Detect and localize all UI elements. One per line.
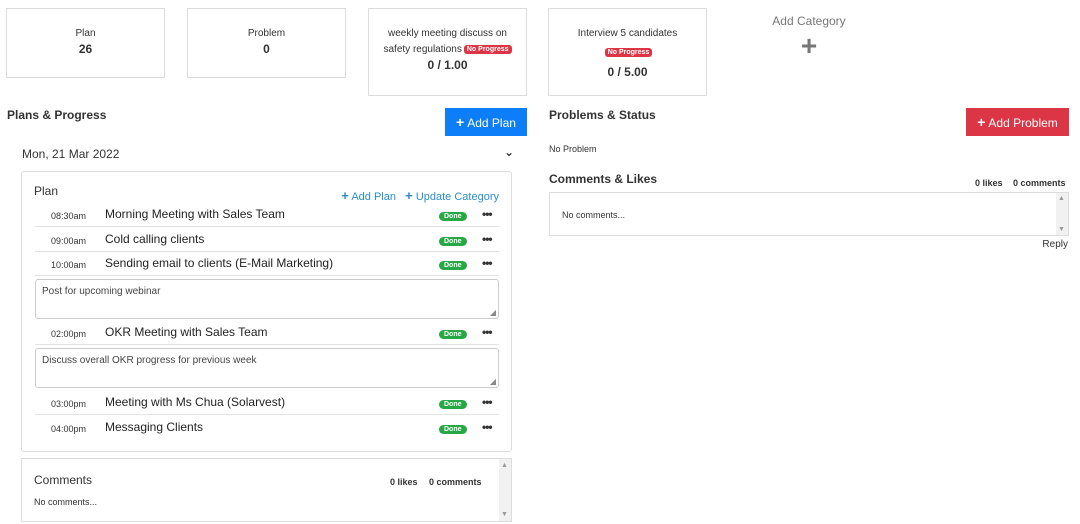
- stat-value: 0 / 1.00: [427, 58, 468, 72]
- add-plan-button[interactable]: + Add Plan: [445, 108, 527, 136]
- more-options-icon[interactable]: •••: [482, 395, 493, 409]
- more-options-icon[interactable]: •••: [482, 207, 493, 221]
- stat-value: 0: [263, 42, 270, 56]
- done-badge[interactable]: Done: [439, 330, 467, 339]
- problems-status-title: Problems & Status: [549, 108, 656, 122]
- plan-comments-box: Comments 0 likes 0 comments No comments.…: [21, 458, 512, 522]
- plan-title: Cold calling clients: [105, 232, 205, 246]
- status-badge-row: No Progress: [549, 44, 706, 62]
- add-category-label: Add Category: [772, 14, 846, 28]
- plan-note-text: Post for upcoming webinar: [42, 286, 161, 297]
- plan-title: Messaging Clients: [105, 420, 204, 434]
- plan-time: 08:30am: [51, 211, 87, 221]
- comments-likes-title: Comments & Likes: [549, 172, 658, 186]
- plan-time: 02:00pm: [51, 329, 87, 339]
- plus-icon: +: [456, 114, 465, 130]
- stat-value: 0 / 5.00: [607, 65, 648, 79]
- no-problem-text: No Problem: [549, 144, 597, 154]
- plan-time: 10:00am: [51, 260, 87, 270]
- plan-time: 03:00pm: [51, 399, 87, 409]
- scroll-down-icon[interactable]: ▼: [501, 511, 508, 518]
- stat-value: 26: [78, 42, 93, 56]
- plan-note-textarea[interactable]: Discuss overall OKR progress for previou…: [35, 348, 499, 388]
- stat-label: Problem: [247, 28, 286, 39]
- plan-row[interactable]: 09:00am Cold calling clients Done •••: [35, 227, 499, 252]
- scroll-down-icon[interactable]: ▼: [1058, 226, 1065, 233]
- done-badge[interactable]: Done: [439, 425, 467, 434]
- plan-card: Plan + Add Plan + Update Category 08:30a…: [21, 171, 512, 452]
- plan-row[interactable]: 03:00pm Meeting with Ms Chua (Solarvest)…: [35, 390, 499, 415]
- plus-icon: +: [800, 30, 818, 61]
- stat-label: Plan: [75, 28, 96, 39]
- scroll-up-icon[interactable]: ▲: [1058, 195, 1065, 202]
- plans-progress-title: Plans & Progress: [7, 108, 107, 122]
- resize-handle-icon[interactable]: ◢: [490, 308, 496, 317]
- no-comments-text: No comments...: [34, 497, 98, 507]
- stat-label-text: safety regulations: [383, 44, 462, 55]
- stat-label-line2: safety regulations No Progress: [369, 44, 526, 55]
- done-badge[interactable]: Done: [439, 400, 467, 409]
- comments-count[interactable]: 0 comments: [429, 477, 482, 487]
- status-badge: No Progress: [604, 48, 653, 58]
- chevron-down-icon[interactable]: ⌄: [504, 145, 514, 159]
- plus-icon: +: [341, 188, 349, 203]
- likes-count[interactable]: 0 likes: [390, 477, 418, 487]
- no-comments-text: No comments...: [562, 210, 626, 220]
- plan-title: Morning Meeting with Sales Team: [105, 207, 285, 221]
- add-problem-label: Add Problem: [988, 116, 1058, 130]
- problem-comments-box: No comments... ▲ ▼: [549, 192, 1069, 236]
- plan-row[interactable]: 10:00am Sending email to clients (E-Mail…: [35, 251, 499, 276]
- scrollbar[interactable]: ▲ ▼: [499, 459, 511, 521]
- stat-card-weekly-meeting[interactable]: weekly meeting discuss on safety regulat…: [368, 8, 527, 96]
- done-badge[interactable]: Done: [439, 212, 467, 221]
- plan-title: Sending email to clients (E-Mail Marketi…: [105, 256, 334, 270]
- reply-link[interactable]: Reply: [1042, 239, 1068, 250]
- plan-note-text: Discuss overall OKR progress for previou…: [42, 355, 257, 366]
- add-plan-label: Add Plan: [467, 116, 516, 130]
- more-options-icon[interactable]: •••: [482, 325, 493, 339]
- likes-count[interactable]: 0 likes: [975, 178, 1003, 188]
- resize-handle-icon[interactable]: ◢: [490, 377, 496, 386]
- comments-count[interactable]: 0 comments: [1013, 178, 1066, 188]
- plan-time: 09:00am: [51, 236, 87, 246]
- date-label: Mon, 21 Mar 2022: [22, 147, 120, 161]
- stat-card-plan[interactable]: Plan 26: [6, 8, 165, 78]
- done-badge[interactable]: Done: [439, 237, 467, 246]
- status-badge: No Progress: [463, 44, 512, 54]
- scrollbar[interactable]: ▲ ▼: [1056, 193, 1068, 235]
- plan-row[interactable]: 02:00pm OKR Meeting with Sales Team Done…: [35, 320, 499, 345]
- plan-title: Meeting with Ms Chua (Solarvest): [105, 395, 286, 409]
- plan-row[interactable]: 08:30am Morning Meeting with Sales Team …: [35, 202, 499, 227]
- more-options-icon[interactable]: •••: [482, 420, 493, 434]
- done-badge[interactable]: Done: [439, 261, 467, 270]
- more-options-icon[interactable]: •••: [482, 232, 493, 246]
- stat-label: Interview 5 candidates: [577, 28, 678, 39]
- plus-icon: +: [977, 114, 986, 130]
- plan-time: 04:00pm: [51, 424, 87, 434]
- date-header[interactable]: Mon, 21 Mar 2022 ⌄: [22, 145, 514, 161]
- more-options-icon[interactable]: •••: [482, 256, 493, 270]
- plus-icon: +: [405, 188, 413, 203]
- comments-title: Comments: [34, 473, 93, 487]
- stat-label-line1: weekly meeting discuss on: [388, 28, 507, 39]
- plan-heading: Plan: [34, 184, 59, 198]
- plan-title: OKR Meeting with Sales Team: [105, 325, 268, 339]
- stat-card-problem[interactable]: Problem 0: [187, 8, 346, 78]
- plan-note-textarea[interactable]: Post for upcoming webinar ◢: [35, 279, 499, 319]
- plan-links: + Add Plan + Update Category: [341, 188, 499, 203]
- scroll-up-icon[interactable]: ▲: [501, 462, 508, 469]
- add-problem-button[interactable]: + Add Problem: [966, 108, 1069, 136]
- add-category-button[interactable]: Add Category +: [762, 14, 856, 60]
- plan-row[interactable]: 04:00pm Messaging Clients Done •••: [35, 415, 499, 440]
- stat-card-interview[interactable]: Interview 5 candidates No Progress 0 / 5…: [548, 8, 707, 96]
